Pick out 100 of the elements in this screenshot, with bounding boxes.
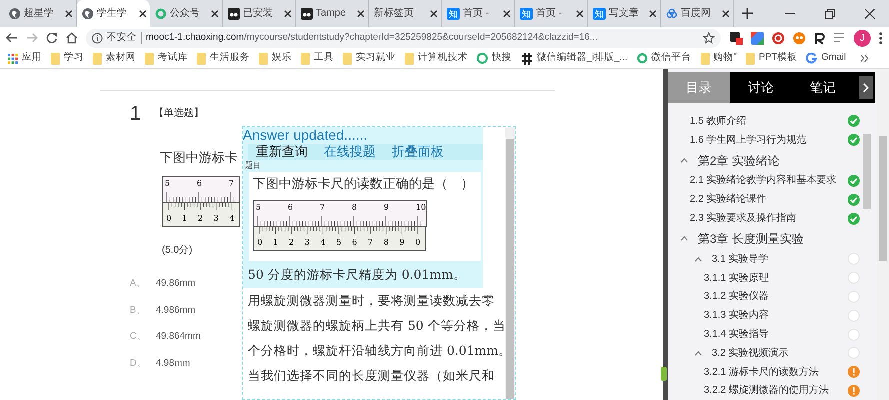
circle-icon: [477, 53, 488, 64]
bookmark[interactable]: PPT模板: [746, 51, 798, 66]
bookmark[interactable]: 快搜: [477, 51, 512, 66]
bookmark[interactable]: 微信编辑器_i排版_...: [521, 51, 628, 66]
close-icon[interactable]: [211, 10, 219, 18]
folder-icon: [197, 52, 206, 64]
section-item[interactable]: 2.1 实验绪论教学内容和基本要求: [668, 172, 860, 190]
google-icon: [806, 53, 818, 64]
chapter-item[interactable]: 第3章 长度测量实验: [668, 228, 860, 250]
folder-icon: [700, 52, 710, 64]
close-icon[interactable]: [430, 10, 438, 18]
answer-option[interactable]: B、 4.986mm: [130, 304, 201, 330]
answer-option[interactable]: A、 49.86mm: [130, 277, 201, 304]
more-bookmarks-icon[interactable]: [861, 55, 870, 62]
section-item[interactable]: 3.2 实验视频演示: [668, 344, 860, 363]
scrollbar[interactable]: [877, 69, 889, 400]
chapter-item[interactable]: 第2章 实验绪论: [668, 150, 860, 172]
menu-icon[interactable]: [834, 33, 846, 43]
scrollbar[interactable]: [505, 127, 515, 399]
section-item[interactable]: 3.1.1 实验原理: [668, 268, 860, 288]
score-text: (5.0分): [162, 244, 193, 258]
section-item[interactable]: 2.3 实验要求及操作指南: [668, 209, 860, 228]
reload-icon[interactable]: [46, 32, 58, 44]
browser-tab[interactable]: Tampe: [296, 0, 369, 27]
avatar[interactable]: J: [854, 30, 871, 46]
extension-icon[interactable]: [814, 32, 826, 44]
close-icon[interactable]: [722, 10, 730, 18]
close-icon[interactable]: [65, 10, 73, 18]
browser-tab[interactable]: 百度网: [661, 0, 734, 27]
section-item[interactable]: 2.2 实验绪论课件: [668, 190, 860, 210]
bookmark[interactable]: 购物": [700, 51, 737, 66]
close-icon[interactable]: [139, 10, 147, 18]
browser-tab[interactable]: 知 首页 -: [515, 0, 588, 27]
tab-title: Tampe: [316, 7, 348, 21]
plus-icon[interactable]: [742, 8, 753, 19]
bookmark[interactable]: 计算机技术: [405, 51, 468, 66]
apps-icon: [8, 54, 18, 64]
bookmark[interactable]: 微信平台: [636, 51, 692, 66]
logo-icon: 知: [447, 8, 460, 20]
answer-text: 螺旋测微器的螺旋柄上共有 50 个等分格，当: [247, 317, 505, 336]
tab-title: 写文章: [609, 6, 640, 21]
question-type: 【单选题】: [154, 106, 204, 121]
tab-title: 已安装: [243, 6, 274, 21]
tab-title: 学生学: [97, 6, 128, 21]
cloud-icon: [666, 8, 678, 20]
browser-tab[interactable]: 新标签页: [369, 0, 442, 27]
bookmark[interactable]: 考试库: [145, 51, 188, 66]
folder-icon: [93, 52, 102, 64]
restore-icon[interactable]: [825, 8, 835, 18]
ring-icon: [155, 8, 167, 20]
star-icon[interactable]: [703, 32, 715, 44]
globe-icon: [9, 8, 21, 20]
panel-button[interactable]: 在线搜题: [316, 144, 384, 160]
tab-title: 首页 -: [463, 7, 490, 21]
close-icon[interactable]: [865, 8, 875, 18]
more-icon[interactable]: [879, 32, 883, 44]
next-button[interactable]: [859, 76, 873, 99]
vernier-caliper-drawing: 5 6 7 8 9 10 0 1 2 3 4 5 6 7 8 9 0: [253, 200, 429, 252]
section-item[interactable]: 3.1.2 实验仪器: [668, 288, 860, 306]
close-icon[interactable]: [284, 10, 292, 18]
bookmark[interactable]: 应用: [8, 51, 42, 66]
browser-tab[interactable]: 已安装: [223, 0, 296, 27]
browser-tab[interactable]: 知 首页 -: [442, 0, 515, 27]
close-icon[interactable]: [503, 10, 511, 18]
vernier-caliper-drawing: 5 6 7 0 1 2 3 4: [162, 176, 244, 228]
question-text: 下图中游标卡: [160, 150, 238, 168]
section-item[interactable]: 3.1.3 实验内容: [668, 306, 860, 326]
tab-title: 公众号: [170, 7, 201, 21]
browser-tab[interactable]: 知 写文章: [588, 0, 661, 27]
section-item[interactable]: 1.5 教师介绍: [668, 112, 860, 131]
url-text: mooc1-1.chaoxing.com/mycourse/studentstudy?chapterId=325259825&courseId=205682124&clazzid=16...: [146, 30, 598, 45]
bookmark[interactable]: 实习就业: [343, 51, 396, 66]
extension-icon[interactable]: [729, 31, 743, 45]
close-icon[interactable]: [357, 10, 365, 18]
ring-icon: [636, 53, 648, 64]
bookmark[interactable]: Gmail: [806, 51, 846, 66]
section-item[interactable]: 3.1 实验导学: [668, 250, 860, 269]
section-item[interactable]: 1.6 学生网上学习行为规范: [668, 130, 860, 150]
back-icon[interactable]: [6, 32, 18, 44]
panel-button[interactable]: 重新查询: [248, 144, 316, 160]
bookmark[interactable]: 娱乐: [259, 51, 292, 66]
bookmark[interactable]: 素材网: [93, 51, 136, 66]
bookmark[interactable]: 学习: [51, 51, 84, 66]
close-icon[interactable]: [576, 10, 584, 18]
panel-button[interactable]: 折叠面板: [384, 144, 452, 160]
section-item[interactable]: 3.2.1 游标卡尺的读数方法: [668, 362, 860, 382]
bookmark[interactable]: 工具: [301, 51, 334, 66]
tab-title: 新标签页: [374, 6, 415, 21]
answer-option[interactable]: D、 4.98mm: [130, 356, 201, 383]
answer-option[interactable]: C、 49.864mm: [130, 330, 201, 356]
browser-tab[interactable]: 学生学: [77, 0, 150, 27]
home-icon[interactable]: [66, 32, 78, 44]
close-icon[interactable]: [649, 10, 657, 18]
browser-tab[interactable]: 公众号: [150, 0, 223, 27]
bookmark[interactable]: 生活服务: [197, 51, 250, 66]
drag-handle[interactable]: [661, 367, 667, 381]
section-item[interactable]: 3.1.4 实验指导: [668, 325, 860, 344]
section-item[interactable]: 3.2.2 螺旋测微器的使用方法: [668, 382, 860, 400]
address-bar[interactable]: 不安全 mooc1-1.chaoxing.com/mycourse/studentstudy?chapterId=325259825&courseId=205682124&clazzid=16...: [86, 28, 721, 48]
tab-title: 超星学: [24, 6, 55, 21]
